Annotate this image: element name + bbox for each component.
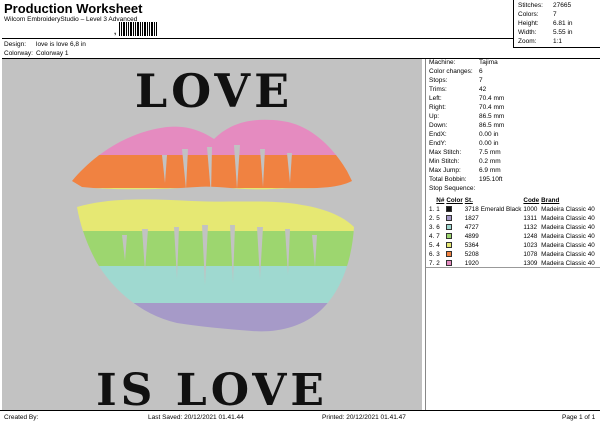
barcode-image <box>119 22 157 36</box>
prop-left: Left: 70.4 mm <box>429 95 505 102</box>
prop-min-stitch: Min Stitch: 0.2 mm <box>429 158 501 165</box>
col-name <box>481 196 524 205</box>
color-swatch <box>446 224 453 231</box>
footer-printed: Printed: 20/12/2021 01.41.47 <box>322 414 406 421</box>
col-color: Color <box>446 197 463 204</box>
software-subtitle: Wilcom EmbroideryStudio – Level 3 Advanc… <box>4 16 138 23</box>
stop-sequence-table: N# Color St. Code Brand 1. 1 3718 Emerald … <box>429 196 597 268</box>
summary-zoom: Zoom: 1:1 <box>518 38 563 45</box>
table-header-row: N# Color St. Code Brand <box>429 196 597 205</box>
design-row: Design: love is love 6,8 in <box>4 41 86 48</box>
summary-height: Height: 6.81 in <box>518 20 573 27</box>
color-swatch <box>446 260 453 267</box>
table-row: 3. 6 4727 1132 Madeira Classic 40 <box>429 224 595 231</box>
prop-max-jump: Max Jump: 6.9 mm <box>429 167 501 174</box>
col-st: St. <box>464 197 473 204</box>
summary-box: Stitches: 27665 Colors: 7 Height: 6.81 in W… <box>513 0 600 48</box>
colorway-label: Colorway: <box>4 50 33 57</box>
stripe-cyan <box>72 266 354 304</box>
table-row: 5. 4 5364 1023 Madeira Classic 40 <box>429 242 595 249</box>
col-stop <box>429 196 436 205</box>
color-swatch <box>446 215 453 222</box>
properties-panel: Machine: Tajima Color changes: 6 Stops: 7 T… <box>425 59 600 410</box>
lips-stripes <box>72 119 354 332</box>
prop-endx: EndX: 0.00 in <box>429 131 499 138</box>
color-swatch <box>446 251 453 258</box>
design-preview: LOVE IS LOVE <box>2 59 422 410</box>
table-row: 2. 5 1827 1311 Madeira Classic 40 <box>429 215 595 222</box>
stripe-lavender <box>72 303 354 332</box>
stripe-yellow <box>72 188 354 232</box>
col-brand: Brand <box>541 197 560 204</box>
footer-created-by: Created By: <box>4 414 39 421</box>
footer: Created By: Last Saved: 20/12/2021 01.41… <box>0 410 600 424</box>
footer-page: Page 1 of 1 <box>562 414 596 421</box>
color-swatch <box>446 233 453 240</box>
stripe-pink <box>72 119 354 156</box>
stripe-orange <box>72 155 354 189</box>
prop-max-stitch: Max Stitch: 7.5 mm <box>429 149 501 156</box>
page-title: Production Worksheet <box>4 1 143 16</box>
table-row: 4. 7 4899 1248 Madeira Classic 40 <box>429 233 595 240</box>
table-row: 6. 3 5208 1078 Madeira Classic 40 <box>429 251 595 258</box>
footer-last-saved: Last Saved: 20/12/2021 01.41.44 <box>148 414 244 421</box>
prop-total-bobbin: Total Bobbin: 195.10ft <box>429 176 503 183</box>
design-text-top: LOVE <box>135 64 293 118</box>
prop-stops: Stops: 7 <box>429 77 483 84</box>
barcode-separator: , <box>114 27 117 36</box>
design-value: love is love 6,8 in <box>36 41 86 48</box>
prop-down: Down: 86.5 mm <box>429 122 505 129</box>
prop-endy: EndY: 0.00 in <box>429 140 499 147</box>
summary-width: Width: 5.55 in <box>518 29 573 36</box>
prop-up: Up: 86.5 mm <box>429 113 505 120</box>
col-code: Code <box>523 197 540 204</box>
colorway-row: Colorway: Colorway 1 <box>4 50 69 57</box>
prop-right: Right: 70.4 mm <box>429 104 505 111</box>
prop-trims: Trims: 42 <box>429 86 487 93</box>
prop-machine: Machine: Tajima <box>429 59 498 66</box>
panel-divider <box>426 267 600 268</box>
summary-stitches: Stitches: 27665 <box>518 2 572 9</box>
col-n: N# <box>436 197 445 204</box>
stop-sequence-title: Stop Sequence: <box>429 185 476 192</box>
prop-color-changes: Color changes: 6 <box>429 68 483 75</box>
summary-colors: Colors: 7 <box>518 11 557 18</box>
colorway-value: Colorway 1 <box>36 50 69 57</box>
table-row: 1. 1 3718 Emerald Black 1000 Madeira Classi… <box>429 206 595 213</box>
header-divider <box>2 38 513 39</box>
embroidery-design: LOVE IS LOVE <box>72 64 354 410</box>
color-swatch <box>446 242 453 249</box>
color-swatch <box>446 206 453 213</box>
stripe-green <box>72 231 354 267</box>
design-label: Design: <box>4 41 27 48</box>
design-text-bottom: IS LOVE <box>96 365 328 410</box>
